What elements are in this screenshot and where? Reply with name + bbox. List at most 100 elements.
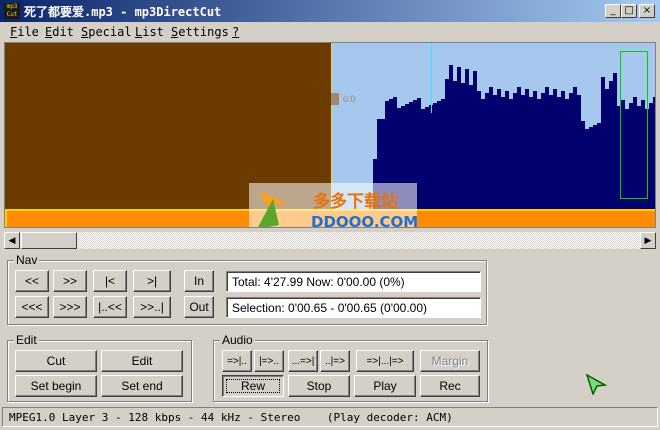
- waveform-column: [549, 95, 553, 209]
- left-arrow-icon: ◀: [8, 235, 16, 245]
- scroll-right-button[interactable]: ▶: [640, 232, 656, 249]
- waveform-column: [649, 103, 653, 209]
- waveform-column: [601, 77, 605, 209]
- stop-button[interactable]: Stop: [288, 375, 350, 397]
- set-begin-button[interactable]: Set begin: [15, 375, 97, 397]
- waveform-column: [597, 123, 601, 209]
- edit-group: Edit Cut Edit Set begin Set end: [7, 333, 192, 402]
- waveform-column: [577, 95, 581, 209]
- waveform-column: [489, 87, 493, 209]
- edit-button[interactable]: Edit: [101, 350, 183, 372]
- nav-group-label: Nav: [14, 253, 40, 267]
- waveform-column: [565, 99, 569, 209]
- waveform-column: [429, 105, 433, 209]
- waveform-column: [541, 93, 545, 209]
- waveform-column: [593, 125, 597, 209]
- nav-to-end-button[interactable]: >>..|: [133, 296, 171, 318]
- menu-special[interactable]: Special: [81, 25, 132, 39]
- waveform-column: [449, 65, 453, 209]
- set-out-button[interactable]: Out: [184, 296, 214, 318]
- app-icon[interactable]: mp3 Cut: [4, 3, 20, 19]
- waveform-column: [505, 91, 509, 209]
- waveform-column: [537, 99, 541, 209]
- watermark-domain: DDOOO.COM: [311, 213, 419, 228]
- waveform-column: [609, 81, 613, 209]
- waveform-column: [469, 85, 473, 209]
- waveform-column: [513, 93, 517, 209]
- waveform-column: [477, 91, 481, 209]
- timeline-start-marker: [5, 209, 7, 227]
- minimize-button[interactable]: _: [605, 4, 621, 18]
- right-arrow-icon: ▶: [644, 235, 652, 245]
- cut-button[interactable]: Cut: [15, 350, 97, 372]
- play-from-position-button[interactable]: ..|=>: [320, 350, 350, 372]
- nav-prev-frame-button[interactable]: |<: [93, 270, 127, 292]
- waveform-column: [433, 103, 437, 209]
- waveform-column: [573, 87, 577, 209]
- waveform-column: [425, 107, 429, 209]
- waveform-view[interactable]: 0.0 多多下载站 DDOOO.COM: [4, 42, 656, 228]
- play-from-cut-button[interactable]: |=>..: [254, 350, 284, 372]
- menu-file[interactable]: File: [10, 25, 39, 39]
- selection-display: Selection: 0'00.65 - 0'00.65 (0'00.00): [226, 297, 481, 318]
- waveform-column: [553, 89, 557, 209]
- scroll-left-button[interactable]: ◀: [4, 232, 20, 249]
- set-end-button[interactable]: Set end: [101, 375, 183, 397]
- status-arrow-icon: [585, 373, 607, 395]
- waveform-column: [581, 121, 585, 209]
- window-title: 死了都要爱.mp3 - mp3DirectCut: [24, 5, 222, 19]
- play-to-cut-button[interactable]: =>|..: [222, 350, 252, 372]
- waveform-column: [465, 69, 469, 209]
- nav-fast-forward-button[interactable]: >>>: [53, 296, 87, 318]
- play-button[interactable]: Play: [354, 375, 416, 397]
- play-to-position-button[interactable]: ...=>|: [288, 350, 318, 372]
- waveform-column: [569, 93, 573, 209]
- waveform-column: [481, 99, 485, 209]
- menu-help[interactable]: ?: [232, 25, 239, 39]
- maximize-button[interactable]: □: [621, 4, 637, 18]
- rewind-button[interactable]: Rew: [222, 375, 284, 397]
- waveform-column: [589, 127, 593, 209]
- play-around-cut-button[interactable]: =>|...|=>: [356, 350, 414, 372]
- waveform-column: [473, 71, 477, 209]
- nav-fast-back-button[interactable]: <<<: [15, 296, 49, 318]
- set-in-button[interactable]: In: [184, 270, 214, 292]
- waveform-column: [509, 99, 513, 209]
- waveform-column: [441, 99, 445, 209]
- nav-back-button[interactable]: <<: [15, 270, 49, 292]
- nav-next-frame-button[interactable]: >|: [133, 270, 171, 292]
- level-marker: [331, 93, 339, 105]
- nav-forward-button[interactable]: >>: [53, 270, 87, 292]
- close-button[interactable]: ×: [639, 4, 655, 18]
- menu-settings[interactable]: Settings: [171, 25, 229, 39]
- menu-list[interactable]: List: [135, 25, 164, 39]
- waveform-column: [437, 101, 441, 209]
- waveform-column: [445, 79, 449, 209]
- waveform-column: [517, 87, 521, 209]
- waveform-column: [421, 109, 425, 209]
- time-display: Total: 4'27.99 Now: 0'00.00 (0%): [226, 271, 481, 292]
- minimize-icon: _: [610, 5, 616, 16]
- waveform-column: [557, 97, 561, 209]
- waveform-column: [453, 81, 457, 209]
- waveform-column: [561, 91, 565, 209]
- record-button[interactable]: Rec: [420, 375, 480, 397]
- waveform-column: [485, 93, 489, 209]
- title-bar[interactable]: mp3 Cut 死了都要爱.mp3 - mp3DirectCut _ □ ×: [0, 0, 660, 22]
- waveform-column: [545, 87, 549, 209]
- waveform-column: [417, 98, 421, 209]
- close-icon: ×: [642, 5, 652, 16]
- audio-group: Audio =>|.. |=>.. ...=>| ..|=> =>|...|=>…: [213, 333, 488, 402]
- waveform-column: [529, 97, 533, 209]
- menu-edit[interactable]: Edit: [45, 25, 74, 39]
- horizontal-scrollbar[interactable]: ◀ ▶: [4, 232, 656, 249]
- edit-group-label: Edit: [14, 333, 39, 347]
- scroll-thumb[interactable]: [21, 232, 77, 249]
- view-window-marker: [620, 51, 648, 199]
- waveform-column: [457, 67, 461, 209]
- waveform-column: [501, 97, 505, 209]
- margin-button[interactable]: Margin: [420, 350, 480, 372]
- nav-group: Nav << >> |< >| <<< >>> |..<< >>..| In O…: [7, 253, 487, 325]
- waveform-column: [533, 91, 537, 209]
- nav-to-begin-button[interactable]: |..<<: [93, 296, 127, 318]
